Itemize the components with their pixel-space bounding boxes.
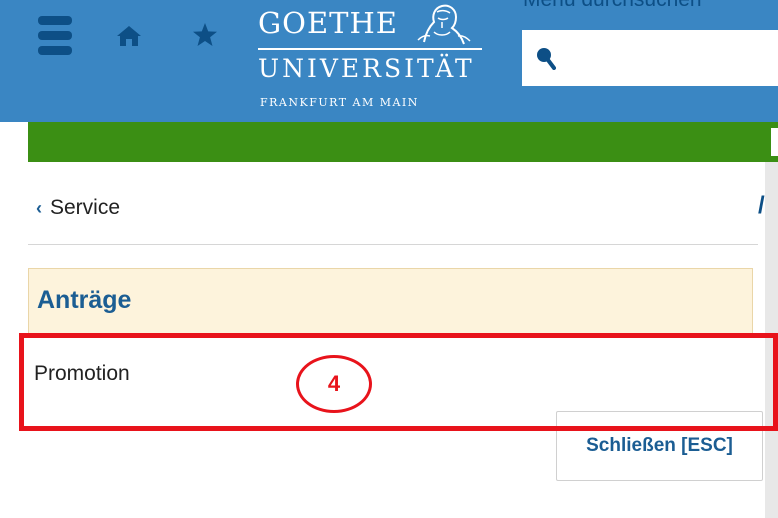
green-nav-bar xyxy=(28,122,778,162)
home-icon[interactable] xyxy=(116,24,142,48)
star-icon[interactable] xyxy=(192,22,218,48)
university-logo[interactable]: GOETHE UNIVERSITÄT FRANKFURT AM MAIN xyxy=(258,0,488,122)
search-icon[interactable] xyxy=(534,46,556,70)
green-bar-tab xyxy=(771,128,778,156)
back-link-service[interactable]: ‹ Service xyxy=(36,196,120,220)
divider xyxy=(28,244,758,245)
search-label: Menü durchsuchen xyxy=(523,0,702,12)
chevron-left-icon: ‹ xyxy=(36,198,42,218)
search-input[interactable] xyxy=(522,30,778,86)
goethe-portrait-icon xyxy=(417,4,471,45)
logo-line-goethe: GOETHE xyxy=(258,6,398,40)
menu-icon[interactable] xyxy=(38,16,72,62)
top-header: GOETHE UNIVERSITÄT FRANKFURT AM MAIN Men… xyxy=(0,0,778,122)
section-title: Anträge xyxy=(37,286,132,314)
step-number-badge: 4 xyxy=(296,355,372,413)
logo-line-universitaet: UNIVERSITÄT xyxy=(258,54,475,83)
logo-line-frankfurt: FRANKFURT AM MAIN xyxy=(260,96,419,109)
logo-rule xyxy=(258,48,482,50)
highlight-annotation-box xyxy=(19,333,778,431)
section-header: Anträge xyxy=(28,268,753,334)
back-link-label: Service xyxy=(50,196,121,219)
